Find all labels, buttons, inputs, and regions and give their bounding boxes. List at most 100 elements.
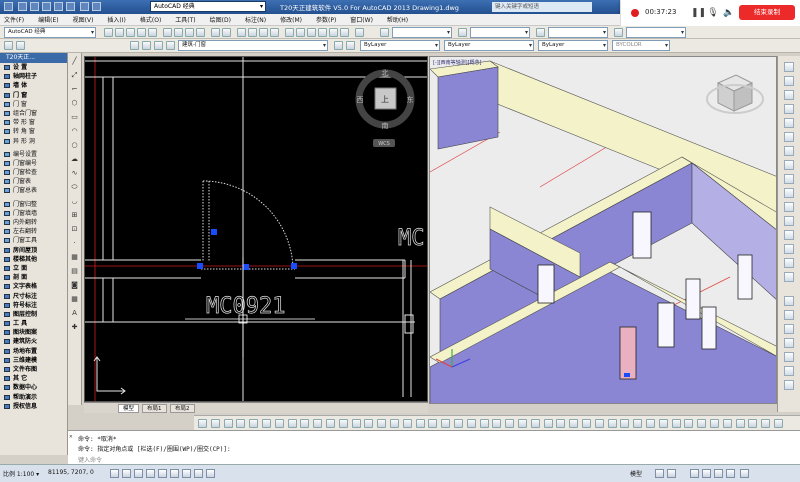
close-command-icon[interactable]: ✕: [69, 433, 73, 440]
dimension-tool-icon[interactable]: [326, 419, 335, 428]
intersection-icon[interactable]: [784, 338, 794, 348]
offset-icon[interactable]: [784, 104, 794, 114]
mleader-style-icon[interactable]: [614, 28, 623, 37]
quick-view-icon[interactable]: [667, 469, 676, 478]
palette-command[interactable]: 编号设置: [0, 150, 67, 159]
dim-style-icon[interactable]: [458, 28, 467, 37]
palette-command[interactable]: 门窗编号: [0, 159, 67, 168]
pan-icon[interactable]: [237, 28, 246, 37]
explode-icon[interactable]: [784, 272, 794, 282]
sheet-set-icon[interactable]: [318, 28, 327, 37]
dimension-tool-icon[interactable]: [774, 419, 783, 428]
menu-item[interactable]: 视图(V): [73, 15, 94, 24]
layer-lock-icon[interactable]: [154, 41, 163, 50]
polar-icon[interactable]: [146, 469, 155, 478]
compass-north[interactable]: 北: [382, 69, 389, 77]
help-icon[interactable]: [355, 28, 364, 37]
dimension-tool-icon[interactable]: [454, 419, 463, 428]
save-file-icon[interactable]: [42, 2, 51, 11]
dimension-tool-icon[interactable]: [338, 419, 348, 428]
wcs-menu[interactable]: WCS: [378, 141, 390, 147]
tab-layout2[interactable]: 布局2: [170, 404, 195, 413]
rectangle-icon[interactable]: ▭: [70, 113, 79, 122]
palette-command[interactable]: 异 形 洞: [0, 137, 67, 146]
markup-icon[interactable]: [329, 28, 338, 37]
tool-palettes-icon[interactable]: [307, 28, 316, 37]
dimension-tool-icon[interactable]: [210, 419, 220, 428]
dim-style-combo[interactable]: [470, 27, 530, 38]
speaker-icon[interactable]: 🔈: [723, 6, 735, 20]
palette-command[interactable]: 带 形 窗: [0, 118, 67, 127]
palette-category[interactable]: 设 置: [0, 63, 67, 72]
copy-object-icon[interactable]: [784, 76, 794, 86]
zoom-realtime-icon[interactable]: [248, 28, 257, 37]
help-search-input[interactable]: 键入关键字或短语: [492, 2, 592, 12]
midpoint-icon[interactable]: [784, 324, 794, 334]
palette-command[interactable]: 门窗工具: [0, 236, 67, 245]
save-as-icon[interactable]: [54, 2, 63, 11]
menu-item[interactable]: 编辑(E): [38, 15, 58, 24]
dyn-icon[interactable]: [194, 469, 203, 478]
plot-icon[interactable]: [66, 2, 75, 11]
layer-color-icon[interactable]: [166, 41, 175, 50]
save-icon[interactable]: [126, 28, 135, 37]
grip-point[interactable]: [197, 263, 203, 269]
dimension-tool-icon[interactable]: [479, 419, 489, 428]
dimension-tool-icon[interactable]: [223, 419, 233, 428]
move-icon[interactable]: [784, 132, 794, 142]
menu-item[interactable]: 标注(N): [245, 15, 266, 24]
dimension-tool-icon[interactable]: [236, 419, 246, 428]
join-icon[interactable]: [784, 230, 794, 240]
break-icon[interactable]: [784, 216, 794, 226]
palette-category[interactable]: 房间屋顶: [0, 246, 67, 255]
lineweight-combo[interactable]: ByLayer: [538, 40, 608, 51]
dimension-tool-icon[interactable]: [671, 419, 681, 428]
ortho-icon[interactable]: [134, 469, 143, 478]
palette-category[interactable]: 三维建模: [0, 356, 67, 365]
lineweight-toggle-icon[interactable]: [206, 469, 215, 478]
dimension-tool-icon[interactable]: [390, 419, 399, 428]
dimension-tool-icon[interactable]: [658, 419, 668, 428]
construction-line-icon[interactable]: ⤢: [70, 71, 79, 80]
text-style-icon[interactable]: [380, 28, 389, 37]
dimension-tool-icon[interactable]: [441, 419, 451, 428]
palette-category[interactable]: 墙 体: [0, 81, 67, 90]
dimension-tool-icon[interactable]: [556, 419, 566, 428]
osnap-icon[interactable]: [784, 296, 794, 306]
menu-item[interactable]: 工具(T): [175, 15, 195, 24]
palette-command[interactable]: 转 角 窗: [0, 127, 67, 136]
dimension-tool-icon[interactable]: [582, 419, 591, 428]
dimension-tool-icon[interactable]: [543, 419, 553, 428]
dimension-tool-icon[interactable]: [748, 419, 758, 428]
dimension-tool-icon[interactable]: [300, 419, 310, 428]
palette-command[interactable]: 左右翻转: [0, 227, 67, 236]
new-file-icon[interactable]: [18, 2, 27, 11]
print-icon[interactable]: [137, 28, 146, 37]
text-style-combo[interactable]: [392, 27, 452, 38]
dimension-tool-icon[interactable]: [492, 419, 502, 428]
command-input[interactable]: 键入命令: [78, 455, 102, 464]
polyline-icon[interactable]: ⌐: [70, 85, 79, 94]
menu-item[interactable]: 修改(M): [280, 15, 302, 24]
palette-category[interactable]: 轴网柱子: [0, 72, 67, 81]
clean-screen-icon[interactable]: [740, 469, 749, 478]
palette-category[interactable]: 楼梯其他: [0, 255, 67, 264]
grid-icon[interactable]: [122, 469, 131, 478]
chamfer-icon[interactable]: [784, 244, 794, 254]
palette-category[interactable]: 建筑防火: [0, 337, 67, 346]
dimension-tool-icon[interactable]: [262, 419, 271, 428]
extend-icon[interactable]: [784, 202, 794, 212]
tab-model[interactable]: 模型: [118, 404, 140, 413]
stop-recording-button[interactable]: 结束录制: [739, 5, 795, 20]
workspace-gear-icon[interactable]: [690, 469, 699, 478]
array-icon[interactable]: [784, 118, 794, 128]
grip-point[interactable]: [243, 264, 249, 270]
insert-block-icon[interactable]: ⊞: [70, 211, 79, 220]
polygon-icon[interactable]: ⬡: [70, 99, 79, 108]
workspace-combo[interactable]: AutoCAD 经典: [4, 27, 96, 38]
layer-freeze-icon[interactable]: [142, 41, 151, 50]
palette-category[interactable]: 图块图案: [0, 328, 67, 337]
layer-on-icon[interactable]: [130, 41, 139, 50]
properties-icon[interactable]: [285, 28, 294, 37]
layer-manager-icon[interactable]: [4, 41, 13, 50]
